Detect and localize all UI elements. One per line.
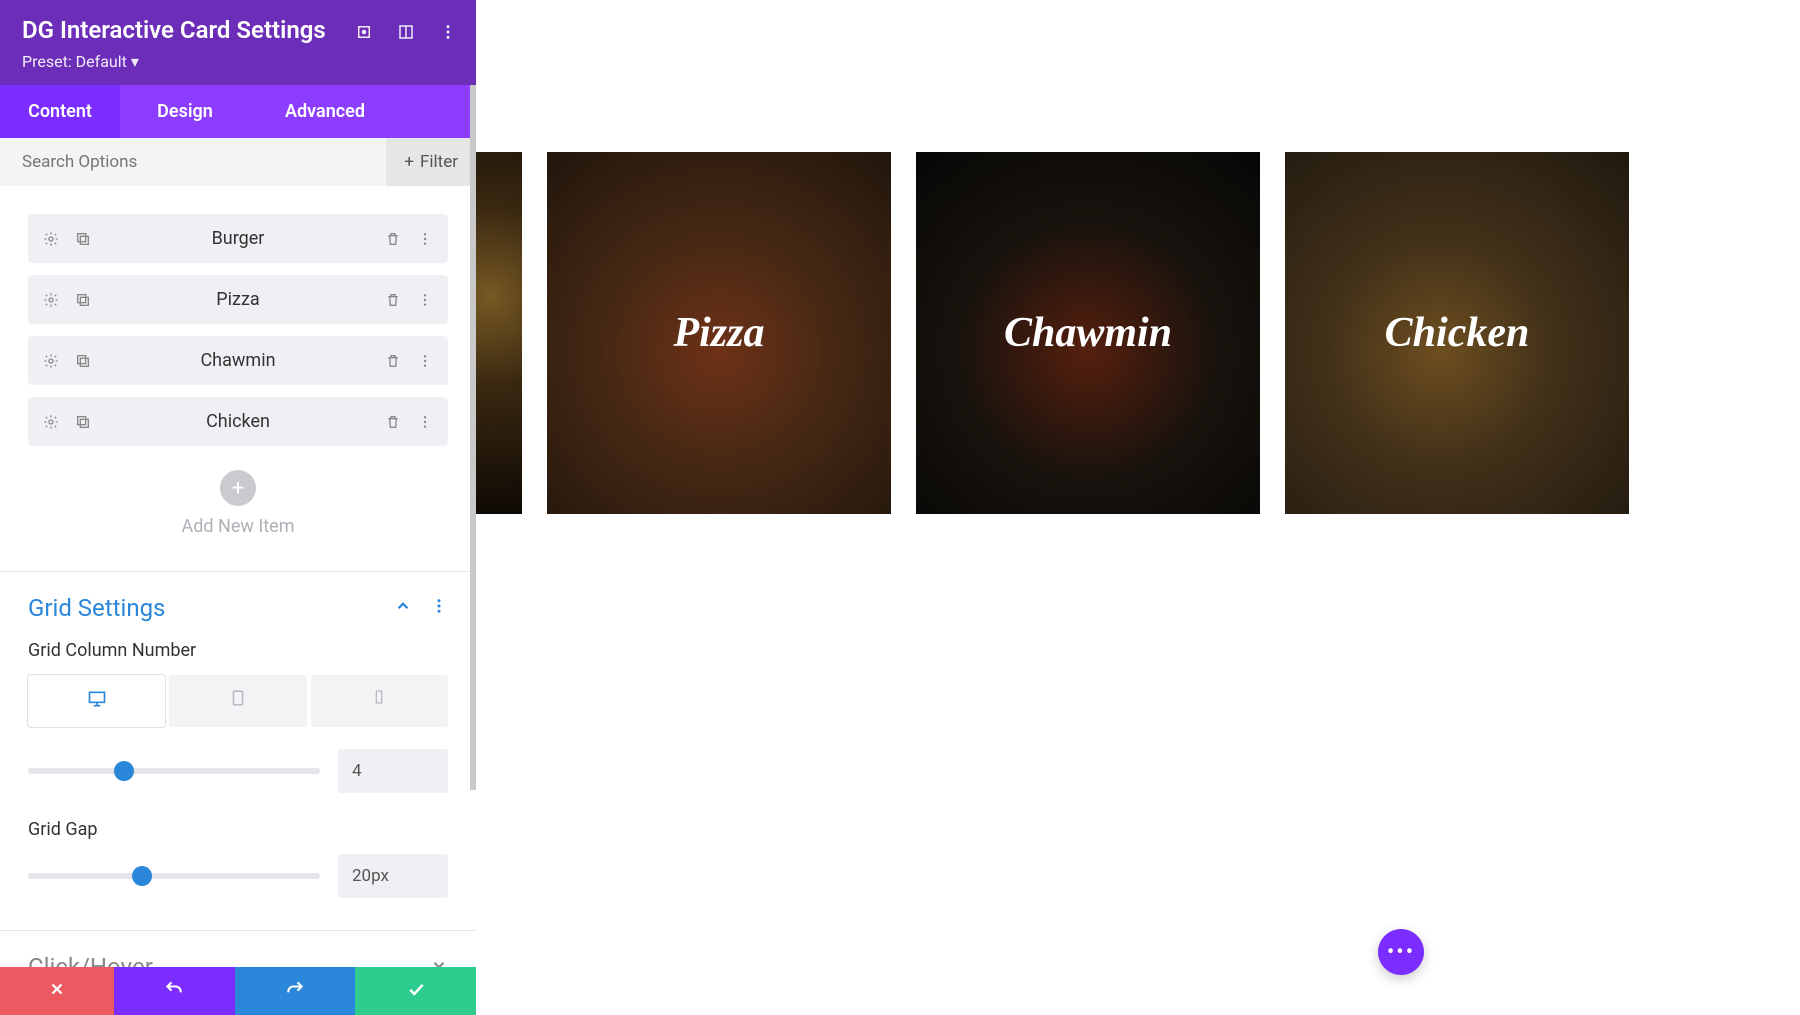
grid-column-slider-row: 4: [28, 749, 448, 793]
preset-label: Preset: Default: [22, 52, 127, 71]
filter-button[interactable]: + Filter: [386, 138, 476, 186]
bottom-action-bar: [0, 967, 476, 1015]
list-item[interactable]: Pizza: [28, 275, 448, 324]
more-icon[interactable]: [430, 597, 448, 619]
section-header[interactable]: Grid Settings: [28, 594, 448, 622]
item-label: Pizza: [92, 289, 384, 310]
item-label: Chawmin: [92, 350, 384, 371]
slider-thumb[interactable]: [114, 761, 134, 781]
redo-icon: [285, 979, 305, 1003]
floating-action-button[interactable]: •••: [1378, 929, 1424, 975]
more-icon[interactable]: [416, 413, 434, 431]
grid-gap-slider-row: 20px: [28, 854, 448, 898]
tabs: Content Design Advanced: [0, 85, 476, 138]
undo-icon: [164, 979, 184, 1003]
duplicate-icon[interactable]: [74, 230, 92, 248]
slider-thumb[interactable]: [132, 866, 152, 886]
redo-button[interactable]: [235, 967, 356, 1015]
grid-column-value[interactable]: 4: [338, 749, 448, 793]
trash-icon[interactable]: [384, 230, 402, 248]
add-new-item: + Add New Item: [28, 458, 448, 561]
grid-gap-value[interactable]: 20px: [338, 854, 448, 898]
tab-advanced[interactable]: Advanced: [250, 85, 400, 138]
item-label: Chicken: [92, 411, 384, 432]
items-panel: Burger Pizza Chawmin: [0, 186, 476, 571]
list-item[interactable]: Burger: [28, 214, 448, 263]
trash-icon[interactable]: [384, 291, 402, 309]
grid-column-label: Grid Column Number: [28, 640, 448, 661]
grid-gap-slider[interactable]: [28, 873, 320, 879]
tab-content[interactable]: Content: [0, 85, 120, 138]
more-icon[interactable]: [416, 230, 434, 248]
section-title: Grid Settings: [28, 594, 394, 622]
trash-icon[interactable]: [384, 413, 402, 431]
more-icon[interactable]: [416, 291, 434, 309]
undo-button[interactable]: [114, 967, 235, 1015]
settings-sidebar: DG Interactive Card Settings Preset: Def…: [0, 0, 476, 1015]
header-actions: [354, 22, 458, 42]
save-button[interactable]: [355, 967, 476, 1015]
card-chicken[interactable]: Chicken: [1285, 152, 1629, 514]
responsive-toggle: [28, 675, 448, 727]
plus-icon: +: [404, 152, 414, 172]
duplicate-icon[interactable]: [74, 352, 92, 370]
cancel-button[interactable]: [0, 967, 114, 1015]
list-item[interactable]: Chicken: [28, 397, 448, 446]
device-phone[interactable]: [311, 675, 448, 727]
duplicate-icon[interactable]: [74, 413, 92, 431]
trash-icon[interactable]: [384, 352, 402, 370]
duplicate-icon[interactable]: [74, 291, 92, 309]
card-title: Chawmin: [1004, 309, 1172, 357]
card-pizza[interactable]: Pizza: [547, 152, 891, 514]
card-burger[interactable]: [476, 152, 522, 514]
grid-column-slider[interactable]: [28, 768, 320, 774]
panel-toggle-icon[interactable]: [396, 22, 416, 42]
card-title: Pizza: [673, 309, 764, 357]
device-desktop[interactable]: [28, 675, 165, 727]
grid-settings-section: Grid Settings Grid Column Number: [0, 572, 476, 930]
panel-header: DG Interactive Card Settings Preset: Def…: [0, 0, 476, 85]
chevron-down-icon: ▾: [131, 52, 139, 71]
check-icon: [406, 979, 426, 1003]
card-title: Chicken: [1385, 309, 1530, 357]
add-button[interactable]: +: [220, 470, 256, 506]
dots-icon: •••: [1387, 940, 1415, 965]
device-tablet[interactable]: [169, 675, 306, 727]
expand-icon[interactable]: [354, 22, 374, 42]
filter-label: Filter: [420, 152, 458, 172]
add-new-label: Add New Item: [28, 516, 448, 537]
preset-dropdown[interactable]: Preset: Default ▾: [22, 52, 454, 71]
search-input[interactable]: [0, 138, 386, 186]
gear-icon[interactable]: [42, 352, 60, 370]
gear-icon[interactable]: [42, 291, 60, 309]
search-row: + Filter: [0, 138, 476, 186]
item-label: Burger: [92, 228, 384, 249]
close-icon: [48, 980, 66, 1002]
grid-gap-label: Grid Gap: [28, 819, 448, 840]
chevron-up-icon[interactable]: [394, 597, 412, 619]
list-item[interactable]: Chawmin: [28, 336, 448, 385]
panel-title: DG Interactive Card Settings: [22, 16, 326, 44]
gear-icon[interactable]: [42, 230, 60, 248]
more-icon[interactable]: [438, 22, 458, 42]
tab-design[interactable]: Design: [120, 85, 250, 138]
plus-icon: +: [232, 476, 244, 501]
gear-icon[interactable]: [42, 413, 60, 431]
card-grid: Pizza Chawmin Chicken: [476, 152, 1629, 514]
more-icon[interactable]: [416, 352, 434, 370]
preview-canvas: Pizza Chawmin Chicken •••: [476, 0, 1800, 1015]
card-chawmin[interactable]: Chawmin: [916, 152, 1260, 514]
